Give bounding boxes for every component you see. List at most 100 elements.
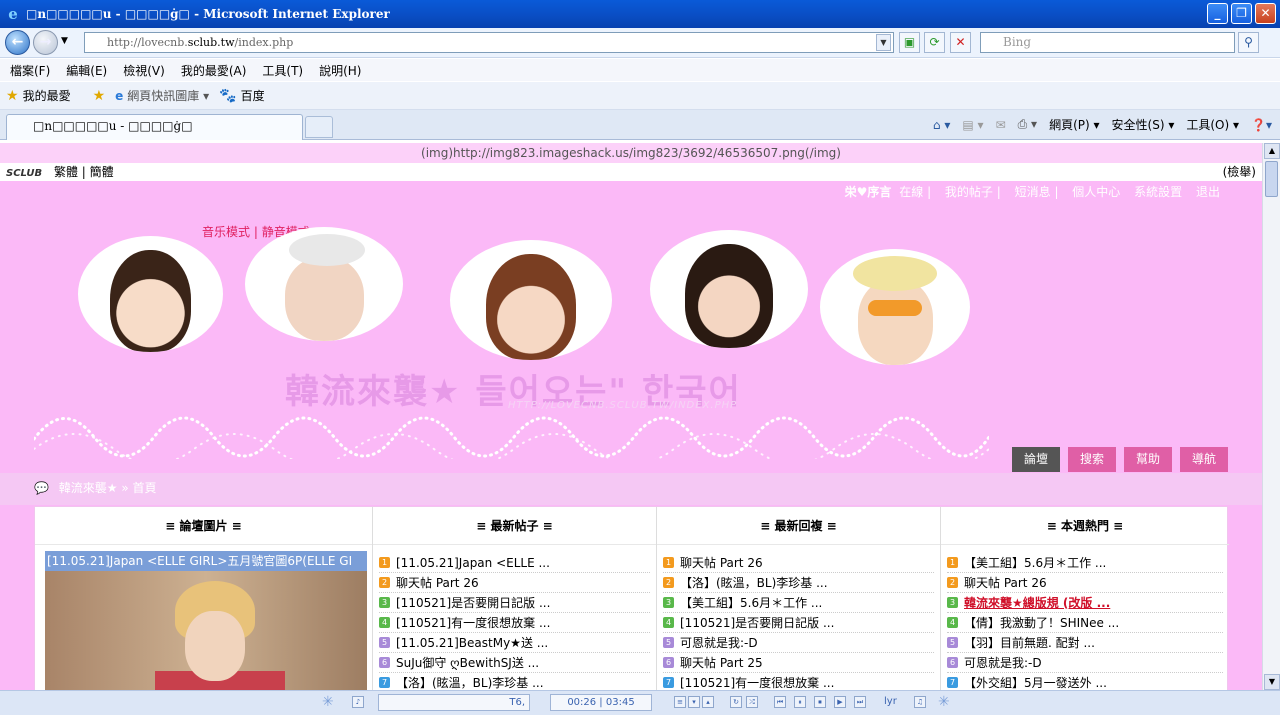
list-item-title[interactable]: 【倩】我激動了！SHINee ...: [964, 613, 1119, 632]
list-item[interactable]: 5 【羽】目前無題. 配對 ...: [947, 633, 1223, 653]
featured-photo[interactable]: [45, 571, 367, 690]
list-item[interactable]: 5 [11.05.21]BeastMy★送 ...: [379, 633, 650, 653]
user-logout[interactable]: 退出: [1196, 185, 1220, 199]
tab-navigation[interactable]: 導航: [1179, 447, 1228, 472]
search-input[interactable]: Bing: [980, 32, 1235, 53]
player-down-icon[interactable]: ▾: [688, 696, 700, 708]
page-menu[interactable]: 網頁(P) ▾: [1049, 116, 1099, 133]
list-item-title[interactable]: 韓流來襲★總版規 (改版 ...: [964, 593, 1110, 612]
search-go-icon[interactable]: ⚲: [1238, 32, 1259, 53]
favorites-label[interactable]: 我的最愛: [23, 87, 71, 104]
list-item[interactable]: 2 聊天帖 Part 26: [379, 573, 650, 593]
scroll-thumb[interactable]: [1265, 161, 1278, 197]
list-item-title[interactable]: [110521]是否要開日記版 ...: [680, 613, 834, 632]
tab-search[interactable]: 搜索: [1067, 447, 1116, 472]
forward-button[interactable]: →: [33, 30, 58, 55]
list-item-title[interactable]: SuJu御守 ღBewithSJ送 ...: [396, 653, 539, 672]
tab-current[interactable]: □n□□□□□u - □□□□ġ□: [6, 114, 303, 140]
list-item-title[interactable]: [11.05.21]Japan <ELLE ...: [396, 553, 550, 572]
list-item[interactable]: 7 [110521]有一度很想放棄 ...: [663, 673, 934, 690]
maximize-button[interactable]: ❐: [1231, 3, 1252, 24]
list-item[interactable]: 4 【倩】我激動了！SHINee ...: [947, 613, 1223, 633]
home-icon[interactable]: ⌂ ▾: [933, 118, 950, 132]
list-item-title[interactable]: [110521]有一度很想放棄 ...: [680, 673, 834, 690]
menu-edit[interactable]: 編輯(E): [66, 62, 107, 79]
list-item[interactable]: 7 【外交組】5月一發送外 ...: [947, 673, 1223, 690]
recent-pages-icon[interactable]: ▼: [61, 36, 68, 46]
crumb-index[interactable]: 首頁: [133, 481, 157, 495]
user-online[interactable]: 在線: [899, 185, 923, 199]
list-item[interactable]: 3 【美工組】5.6月＊工作 ...: [663, 593, 934, 613]
list-item-title[interactable]: 【外交組】5月一發送外 ...: [964, 673, 1107, 690]
address-dropdown-icon[interactable]: ▼: [876, 34, 891, 51]
list-item[interactable]: 6 SuJu御守 ღBewithSJ送 ...: [379, 653, 650, 673]
scroll-down-icon[interactable]: ▼: [1264, 674, 1280, 690]
player-lyric-icon[interactable]: lyr: [884, 696, 897, 707]
vertical-scrollbar[interactable]: ▲ ▼: [1262, 143, 1280, 690]
list-item-title[interactable]: 【美工組】5.6月＊工作 ...: [964, 553, 1106, 572]
new-tab-button[interactable]: [305, 116, 333, 138]
player-shuffle-icon[interactable]: ⤮: [746, 696, 758, 708]
menu-tools[interactable]: 工具(T): [262, 62, 303, 79]
user-messages[interactable]: 短消息: [1015, 185, 1051, 199]
list-item-title[interactable]: 【羽】目前無題. 配對 ...: [964, 633, 1095, 652]
list-item-title[interactable]: 可恩就是我:-D: [680, 633, 758, 652]
list-item-title[interactable]: [11.05.21]BeastMy★送 ...: [396, 633, 548, 652]
list-item[interactable]: 2 聊天帖 Part 26: [947, 573, 1223, 593]
list-item-title[interactable]: 聊天帖 Part 26: [680, 553, 763, 572]
list-item-title[interactable]: [110521]是否要開日記版 ...: [396, 593, 550, 612]
player-repeat-icon[interactable]: ↻: [730, 696, 742, 708]
player-play-icon[interactable]: ▶: [834, 696, 846, 708]
list-item-title[interactable]: 聊天帖 Part 26: [964, 573, 1047, 592]
scroll-up-icon[interactable]: ▲: [1264, 143, 1280, 159]
address-input[interactable]: http://lovecnb. sclub.tw/index.php ▼: [84, 32, 894, 53]
player-up-icon[interactable]: ▴: [702, 696, 714, 708]
favorites-star-icon[interactable]: ★: [6, 88, 19, 104]
player-prev-icon[interactable]: ⏮: [774, 696, 786, 708]
user-settings[interactable]: 系統設置: [1134, 185, 1182, 199]
tab-help[interactable]: 幫助: [1123, 447, 1172, 472]
baidu-link[interactable]: 百度: [241, 87, 265, 104]
refresh-icon[interactable]: ⟳: [924, 32, 945, 53]
mail-icon[interactable]: ✉: [996, 118, 1006, 132]
crumb-forum[interactable]: 韓流來襲★: [59, 481, 118, 495]
music-mode-link[interactable]: 音乐模式: [202, 225, 250, 239]
list-item[interactable]: 4 [110521]是否要開日記版 ...: [663, 613, 934, 633]
add-favorite-icon[interactable]: ★: [93, 88, 106, 104]
sclub-logo[interactable]: SCLUB: [6, 168, 42, 179]
traditional-link[interactable]: 繁體: [54, 165, 78, 179]
menu-favorites[interactable]: 我的最愛(A): [181, 62, 247, 79]
report-link[interactable]: (檢舉): [1223, 163, 1256, 181]
user-center[interactable]: 個人中心: [1072, 185, 1120, 199]
list-item[interactable]: 1 [11.05.21]Japan <ELLE ...: [379, 553, 650, 573]
feeds-icon[interactable]: ▤ ▾: [962, 118, 983, 132]
tab-forum[interactable]: 論壇: [1011, 447, 1060, 472]
list-item-title[interactable]: 【洛】(眩溫，BL)李珍基 ...: [396, 673, 544, 690]
picture-caption[interactable]: [11.05.21]Japan <ELLE GIRL>五月號官圖6P(ELLE …: [45, 551, 367, 571]
list-item[interactable]: 5 可恩就是我:-D: [663, 633, 934, 653]
list-item[interactable]: 1 聊天帖 Part 26: [663, 553, 934, 573]
player-stop-icon[interactable]: ⏹: [814, 696, 826, 708]
user-name[interactable]: 栄♥序言: [845, 185, 892, 199]
list-item[interactable]: 3 韓流來襲★總版規 (改版 ...: [947, 593, 1223, 613]
list-item-title[interactable]: 可恩就是我:-D: [964, 653, 1042, 672]
minimize-button[interactable]: _: [1207, 3, 1228, 24]
list-item[interactable]: 4 [110521]有一度很想放棄 ...: [379, 613, 650, 633]
safety-menu[interactable]: 安全性(S) ▾: [1112, 116, 1175, 133]
user-posts[interactable]: 我的帖子: [945, 185, 993, 199]
player-list-icon[interactable]: ≡: [674, 696, 686, 708]
menu-file[interactable]: 檔案(F): [10, 62, 50, 79]
list-item[interactable]: 6 可恩就是我:-D: [947, 653, 1223, 673]
list-item-title[interactable]: 聊天帖 Part 25: [680, 653, 763, 672]
web-slice-gallery[interactable]: 網頁快訊圖庫 ▾: [127, 87, 209, 104]
player-note-icon[interactable]: ♪: [352, 696, 364, 708]
player-next-icon[interactable]: ⏭: [854, 696, 866, 708]
compatibility-icon[interactable]: ▣: [899, 32, 920, 53]
back-button[interactable]: ←: [5, 30, 30, 55]
list-item-title[interactable]: 聊天帖 Part 26: [396, 573, 479, 592]
simplified-link[interactable]: 簡體: [90, 165, 114, 179]
help-icon[interactable]: ❓▾: [1251, 118, 1272, 132]
player-pause-icon[interactable]: ⏸: [794, 696, 806, 708]
list-item[interactable]: 7 【洛】(眩溫，BL)李珍基 ...: [379, 673, 650, 690]
list-item[interactable]: 2 【洛】(眩溫，BL)李珍基 ...: [663, 573, 934, 593]
